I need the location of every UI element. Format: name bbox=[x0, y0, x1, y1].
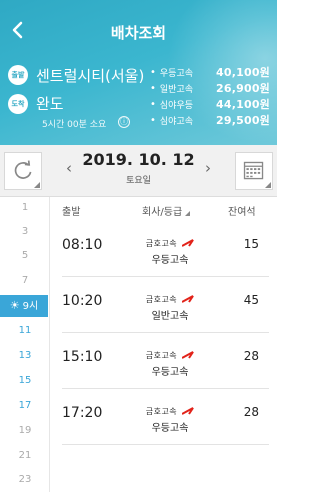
bus-grade: 우등고속 bbox=[151, 255, 189, 266]
kumho-logo-icon bbox=[182, 351, 195, 359]
company-logo: 금호고속 bbox=[140, 399, 200, 418]
hour-13[interactable]: 13 bbox=[0, 350, 50, 361]
arrival-badge: 도착 bbox=[8, 94, 28, 114]
kumho-logo-icon bbox=[182, 295, 195, 303]
company-name: 금호고속 bbox=[145, 351, 178, 360]
table-row[interactable]: 15:10 금호고속 우등고속 28 bbox=[62, 333, 269, 389]
table-header: 출발 회사/등급 잔여석 bbox=[50, 197, 277, 221]
fare-list: 우등고속 40,100원 일반고속 26,900원 심야우등 44,100원 심… bbox=[150, 64, 270, 128]
company-logo: 금호고속 bbox=[140, 287, 200, 306]
hour-3[interactable]: 3 bbox=[0, 226, 50, 237]
page-title: 배차조회 bbox=[110, 24, 167, 42]
hour-5[interactable]: 5 bbox=[0, 250, 50, 261]
col-company-sort[interactable]: 회사/등급 bbox=[142, 203, 191, 218]
fare-label: 심야우등 bbox=[150, 98, 193, 111]
bus-grade: 우등고속 bbox=[151, 423, 189, 434]
table-row[interactable]: 08:10 금호고속 우등고속 15 bbox=[62, 221, 269, 277]
fare-label: 일반고속 bbox=[150, 82, 193, 95]
calendar-button[interactable] bbox=[235, 152, 273, 190]
hour-index: 1 3 5 7 ☀ 9시 11 13 15 17 19 21 23 bbox=[0, 197, 50, 492]
hour-9-current[interactable]: ☀ 9시 bbox=[0, 295, 48, 317]
kumho-logo-icon bbox=[182, 239, 195, 247]
departure-time: 17:20 bbox=[62, 405, 103, 421]
bus-grade: 우등고속 bbox=[151, 367, 189, 378]
remaining-seats: 28 bbox=[243, 349, 259, 363]
company-name: 금호고속 bbox=[145, 407, 178, 416]
fare-price: 44,100원 bbox=[216, 98, 270, 111]
fare-label: 우등고속 bbox=[150, 66, 193, 79]
arrival-terminal: 완도 bbox=[36, 95, 64, 113]
travel-duration: 5시간 00분 소요 bbox=[42, 120, 107, 130]
table-row[interactable]: 10:20 금호고속 일반고속 45 bbox=[62, 277, 269, 333]
fare-price: 26,900원 bbox=[216, 82, 270, 95]
bus-grade: 일반고속 bbox=[151, 311, 189, 322]
hour-21[interactable]: 21 bbox=[0, 450, 50, 461]
hour-17[interactable]: 17 bbox=[0, 400, 50, 411]
fare-row: 심야고속 29,500원 bbox=[150, 112, 270, 128]
departure-time: 08:10 bbox=[62, 237, 103, 253]
fare-row: 우등고속 40,100원 bbox=[150, 64, 270, 80]
departure-terminal: 센트럴시티(서울) bbox=[36, 67, 145, 85]
remaining-seats: 45 bbox=[243, 293, 259, 307]
fare-price: 40,100원 bbox=[216, 66, 270, 79]
remaining-seats: 28 bbox=[243, 405, 259, 419]
corner-marker bbox=[265, 182, 271, 188]
hour-11[interactable]: 11 bbox=[0, 325, 50, 336]
col-seats: 잔여석 bbox=[228, 207, 256, 218]
company-name: 금호고속 bbox=[145, 295, 178, 304]
company-logo: 금호고속 bbox=[140, 231, 200, 250]
info-icon[interactable]: ⓘ bbox=[118, 116, 130, 128]
fare-price: 29,500원 bbox=[216, 114, 270, 127]
departure-badge: 출발 bbox=[8, 65, 28, 85]
fare-row: 심야우등 44,100원 bbox=[150, 96, 270, 112]
table-row[interactable]: 17:20 금호고속 우등고속 28 bbox=[62, 389, 269, 445]
hour-1[interactable]: 1 bbox=[0, 202, 50, 213]
company-name: 금호고속 bbox=[145, 239, 178, 248]
remaining-seats: 15 bbox=[243, 237, 259, 251]
fare-label: 심야고속 bbox=[150, 114, 193, 127]
col-departure: 출발 bbox=[62, 207, 81, 218]
fare-row: 일반고속 26,900원 bbox=[150, 80, 270, 96]
next-date-button[interactable]: › bbox=[205, 159, 211, 177]
departure-time: 10:20 bbox=[62, 293, 103, 309]
hour-23[interactable]: 23 bbox=[0, 474, 50, 485]
hour-15[interactable]: 15 bbox=[0, 375, 50, 386]
date-bar: ‹ 2019. 10. 12 토요일 › bbox=[0, 145, 277, 197]
sun-icon: ☀ bbox=[9, 299, 20, 312]
hour-7[interactable]: 7 bbox=[0, 275, 50, 286]
current-hour-label: 9시 bbox=[22, 301, 39, 312]
company-logo: 금호고속 bbox=[140, 343, 200, 362]
kumho-logo-icon bbox=[182, 407, 195, 415]
hour-19[interactable]: 19 bbox=[0, 425, 50, 436]
departure-time: 15:10 bbox=[62, 349, 103, 365]
header: 배차조회 출발 센트럴시티(서울) 도착 완도 5시간 00분 소요 ⓘ 우등고… bbox=[0, 0, 277, 145]
